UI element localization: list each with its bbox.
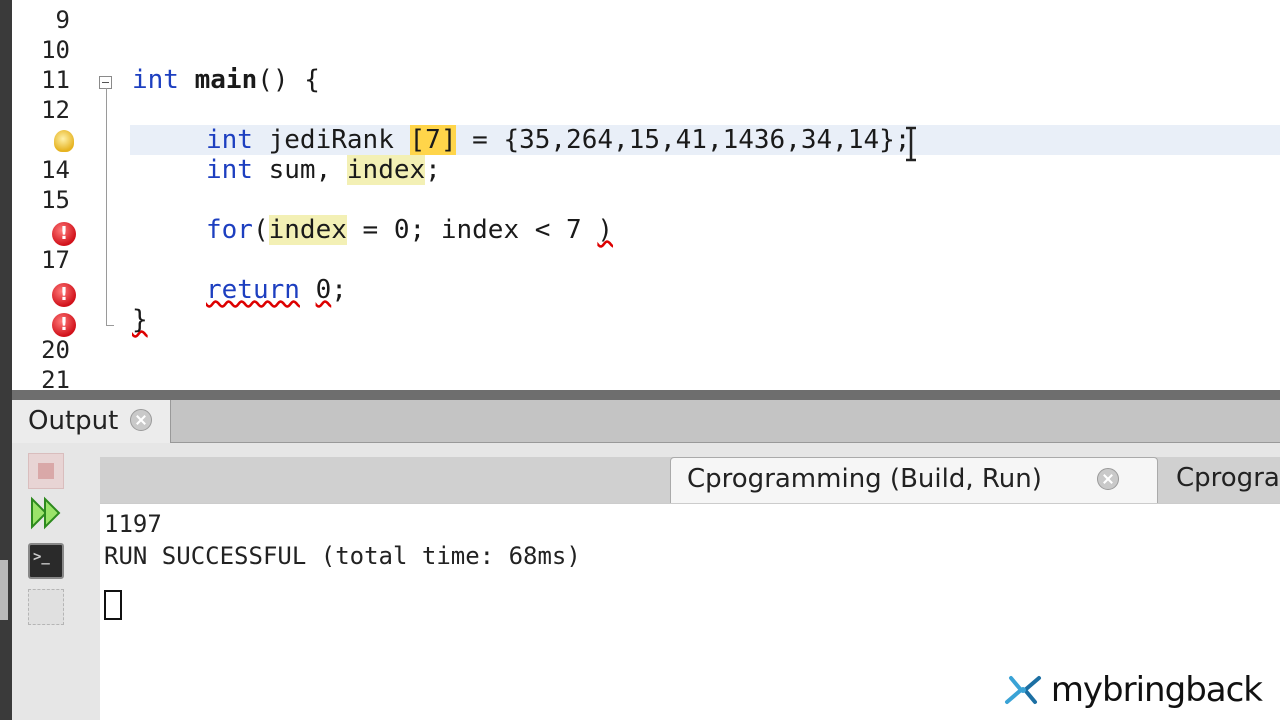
code-text: for(index = 0; index < 7 ) <box>206 215 613 245</box>
tab-build-run[interactable]: Cprogramming (Build, Run) <box>670 457 1158 503</box>
misc-tool-icon[interactable] <box>28 589 64 625</box>
lightbulb-hint-icon[interactable] <box>54 130 74 152</box>
close-icon[interactable] <box>1097 468 1119 490</box>
code-text: return 0; <box>206 275 347 305</box>
code-line[interactable]: 10 <box>12 35 1280 65</box>
code-text: int jediRank [7] = {35,264,15,41,1436,34… <box>206 125 910 155</box>
error-underline: 0 <box>315 275 332 305</box>
code-text: int main() { <box>132 65 320 95</box>
code-line[interactable]: for(index = 0; index < 7 ) <box>12 215 1280 245</box>
tab-run-secondary[interactable]: Cprogra <box>1160 457 1280 503</box>
code-fragment <box>179 65 195 95</box>
error-icon[interactable] <box>52 283 76 307</box>
output-tab-bar: Output <box>12 400 1280 443</box>
console-line: 1197 <box>104 510 162 538</box>
code-editor[interactable]: 9 10 11 int main() { 12 int jediRank [7]… <box>12 0 1280 390</box>
stop-icon[interactable] <box>28 453 64 489</box>
line-number: 11 <box>41 66 70 94</box>
rerun-icon[interactable] <box>28 495 64 531</box>
line-number: 10 <box>41 36 70 64</box>
function-name: main <box>194 65 258 95</box>
line-number: 15 <box>41 186 70 214</box>
text-cursor-icon <box>906 126 916 162</box>
code-fragment: sum, <box>252 155 347 185</box>
code-fragment: ( <box>252 215 269 245</box>
console-caret <box>104 590 122 620</box>
code-line[interactable]: return 0; <box>12 275 1280 305</box>
left-edge-handle <box>0 560 8 620</box>
run-tab-label: Cprogra <box>1176 463 1280 493</box>
code-fragment: jediRank <box>252 125 410 155</box>
error-icon[interactable] <box>52 313 76 337</box>
code-fragment: ; <box>425 155 441 185</box>
bracket-match: [ <box>409 125 426 155</box>
mybringback-logo-icon <box>1004 676 1041 704</box>
code-fragment: ; <box>331 275 347 305</box>
line-number: 17 <box>41 246 70 274</box>
watermark-text: mybringback <box>1050 670 1263 710</box>
panel-splitter[interactable] <box>12 390 1280 400</box>
code-text: int sum, index; <box>206 155 441 185</box>
code-line[interactable]: 11 int main() { <box>12 65 1280 95</box>
error-underline: ) <box>597 215 614 245</box>
run-tab-bar: Cprogramming (Build, Run) Cprogra <box>100 457 1280 503</box>
line-number: 14 <box>41 156 70 184</box>
left-window-edge <box>0 0 12 720</box>
code-line[interactable]: 15 <box>12 185 1280 215</box>
code-fragment: () { <box>257 65 320 95</box>
error-icon[interactable] <box>52 222 76 246</box>
array-size: 7 <box>425 125 441 155</box>
code-line[interactable]: 12 <box>12 95 1280 125</box>
code-fragment: = {35,264,15,41,1436,34,14}; <box>456 125 911 155</box>
tab-label: Output <box>28 406 119 436</box>
output-toolbar <box>12 443 82 720</box>
line-number: 12 <box>41 96 70 124</box>
keyword: for <box>206 215 253 245</box>
code-line[interactable]: 14 int sum, index; <box>12 155 1280 185</box>
code-line[interactable]: 21 <box>12 365 1280 390</box>
close-icon[interactable] <box>130 409 152 431</box>
keyword: int <box>206 155 253 185</box>
identifier-highlight: index <box>268 215 347 245</box>
bracket-match: ] <box>440 125 457 155</box>
watermark: mybringback <box>1003 670 1263 710</box>
code-text: } <box>132 305 148 335</box>
console-line: RUN SUCCESSFUL (total time: 68ms) <box>104 542 581 570</box>
code-fragment <box>300 275 316 305</box>
code-line[interactable]: 17 <box>12 245 1280 275</box>
tab-output[interactable]: Output <box>12 400 171 443</box>
code-line[interactable]: int jediRank [7] = {35,264,15,41,1436,34… <box>12 125 1280 155</box>
terminal-icon[interactable] <box>28 543 64 579</box>
line-number: 20 <box>41 336 70 364</box>
keyword: int <box>132 65 179 95</box>
identifier-highlight: index <box>346 155 426 185</box>
code-line[interactable]: } <box>12 305 1280 335</box>
code-fragment: = 0; index < 7 <box>346 215 598 245</box>
run-tab-label: Cprogramming (Build, Run) <box>687 464 1042 494</box>
code-line[interactable]: 9 <box>12 5 1280 35</box>
code-line[interactable]: 20 <box>12 335 1280 365</box>
keyword: int <box>206 125 253 155</box>
line-number: 9 <box>55 6 70 34</box>
keyword: return <box>206 275 300 305</box>
line-number: 21 <box>41 366 70 390</box>
